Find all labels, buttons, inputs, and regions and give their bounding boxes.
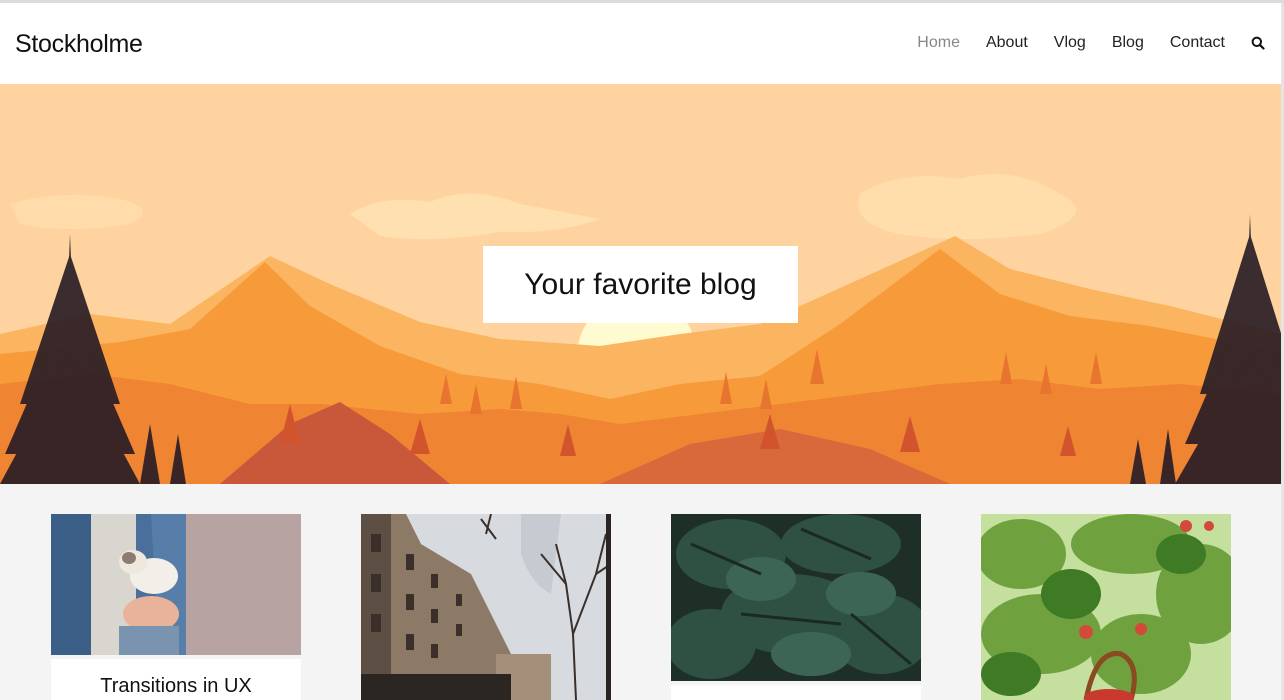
nav-item-vlog[interactable]: Vlog bbox=[1054, 34, 1086, 52]
post-image-city-street-buildings[interactable] bbox=[361, 514, 611, 700]
search-icon[interactable] bbox=[1251, 36, 1265, 50]
post-card-body: Transitions in UX bbox=[51, 659, 301, 700]
main-nav: Home About Vlog Blog Contact bbox=[891, 34, 1265, 52]
nav-item-about[interactable]: About bbox=[986, 34, 1028, 52]
hero-title: Your favorite blog bbox=[524, 267, 757, 301]
site-logo[interactable]: Stockholme bbox=[15, 30, 143, 59]
nav-item-home[interactable]: Home bbox=[917, 34, 960, 52]
post-card[interactable] bbox=[361, 514, 611, 700]
post-image-monstera-leaves[interactable] bbox=[671, 514, 921, 681]
post-card[interactable] bbox=[981, 514, 1231, 700]
post-card[interactable]: Transitions in UX bbox=[51, 514, 301, 700]
nav-item-blog[interactable]: Blog bbox=[1112, 34, 1144, 52]
hero-title-box: Your favorite blog bbox=[483, 246, 798, 323]
post-image-apple-tree-basket[interactable] bbox=[981, 514, 1231, 700]
post-image-woman-holding-cat[interactable] bbox=[51, 514, 301, 655]
post-card[interactable] bbox=[671, 514, 921, 700]
post-title[interactable]: Transitions in UX bbox=[51, 675, 301, 698]
post-card-body bbox=[671, 685, 921, 700]
site-header: Stockholme Home About Vlog Blog Contact bbox=[0, 3, 1284, 84]
nav-item-contact[interactable]: Contact bbox=[1170, 34, 1225, 52]
hero-banner: Your favorite blog bbox=[0, 84, 1281, 484]
